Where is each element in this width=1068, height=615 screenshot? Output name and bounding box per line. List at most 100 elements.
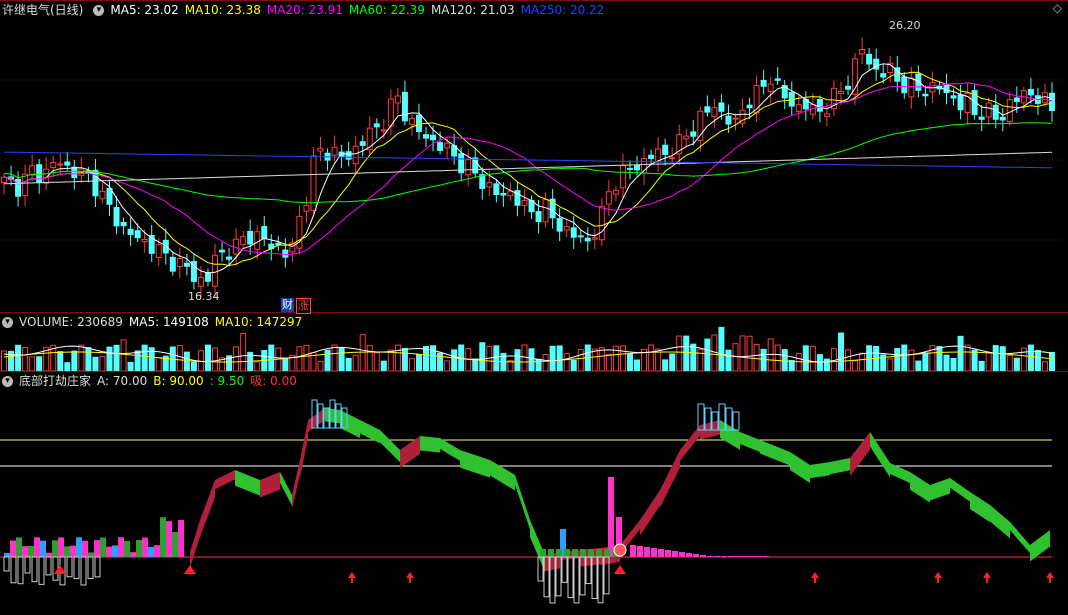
candle-body bbox=[127, 228, 134, 235]
candle-body bbox=[261, 226, 268, 240]
band-segment bbox=[280, 472, 292, 506]
volume-bar bbox=[366, 345, 373, 372]
accumulation-bar bbox=[124, 540, 130, 557]
candle-body bbox=[542, 199, 549, 223]
candle-body bbox=[176, 258, 183, 268]
accumulation-bar bbox=[548, 549, 554, 557]
accumulation-bar bbox=[130, 552, 136, 557]
finance-badge[interactable]: 财 bbox=[281, 298, 294, 312]
volume-bar bbox=[176, 344, 183, 372]
negative-bar bbox=[73, 556, 80, 580]
volume-bar bbox=[605, 353, 612, 372]
accumulation-bar bbox=[572, 549, 578, 557]
accumulation-bar bbox=[166, 521, 172, 557]
accumulation-bar bbox=[714, 556, 720, 557]
candle-body bbox=[999, 116, 1006, 121]
volume-bar bbox=[598, 347, 605, 372]
volume-label-0: VOLUME: 230689 bbox=[19, 315, 123, 329]
volume-bar bbox=[542, 353, 549, 372]
volume-bar bbox=[591, 348, 598, 372]
panel-border-top bbox=[0, 0, 1068, 1]
volume-bar bbox=[387, 349, 394, 372]
ma250-line bbox=[3, 151, 1053, 169]
panel-divider-indicator bbox=[0, 371, 1068, 372]
expand-icon[interactable]: ▾ bbox=[93, 5, 105, 16]
accumulation-bar bbox=[588, 549, 594, 557]
candle-body bbox=[704, 106, 711, 113]
band-segment bbox=[660, 450, 680, 508]
volume-bar bbox=[739, 335, 746, 372]
band-segment bbox=[1010, 522, 1030, 554]
candle-body bbox=[352, 145, 359, 165]
candle-body bbox=[648, 154, 655, 159]
volume-bar bbox=[71, 350, 78, 372]
chart-canvas[interactable] bbox=[0, 0, 1068, 615]
candle-body bbox=[373, 123, 380, 128]
accumulation-bar bbox=[749, 556, 755, 557]
candle-body bbox=[634, 164, 641, 171]
candle-body bbox=[22, 173, 29, 197]
candle-body bbox=[823, 113, 830, 117]
accumulation-bar bbox=[596, 549, 602, 557]
band-segment bbox=[930, 478, 950, 501]
volume-bar bbox=[212, 347, 219, 372]
volume-bar bbox=[493, 345, 500, 372]
candle-body bbox=[521, 199, 528, 207]
volume-bar bbox=[85, 347, 92, 372]
candle-body bbox=[626, 167, 633, 170]
accumulation-bar bbox=[756, 556, 762, 557]
volume-bar bbox=[669, 353, 676, 372]
volume-bar bbox=[943, 354, 950, 372]
limit-up-badge[interactable]: 涨 bbox=[296, 298, 311, 314]
buy-signal-icon bbox=[184, 565, 196, 574]
volume-bar bbox=[859, 352, 866, 372]
accumulation-bar bbox=[644, 547, 650, 557]
volume-bar bbox=[802, 345, 809, 372]
candle-body bbox=[226, 256, 233, 260]
candle-body bbox=[978, 116, 985, 120]
accumulation-bar bbox=[608, 477, 614, 557]
diamond-icon[interactable]: ◇ bbox=[1053, 1, 1062, 15]
volume-bar bbox=[746, 335, 753, 372]
volume-bar bbox=[29, 356, 36, 372]
accumulation-bar bbox=[88, 552, 94, 557]
candle-body bbox=[697, 110, 704, 142]
expand-icon[interactable]: ▾ bbox=[2, 376, 13, 387]
band-segment bbox=[200, 480, 215, 538]
volume-bar bbox=[127, 361, 134, 372]
candle-body bbox=[1027, 89, 1034, 96]
up-arrow-icon bbox=[1046, 572, 1054, 578]
candle-body bbox=[437, 142, 444, 151]
candle-body bbox=[29, 165, 36, 176]
candle-body bbox=[408, 118, 415, 125]
accumulation-bar bbox=[679, 552, 685, 557]
accumulation-bar bbox=[100, 537, 106, 557]
accumulation-bar bbox=[728, 556, 734, 557]
candle-body bbox=[50, 162, 57, 169]
volume-bar bbox=[626, 353, 633, 372]
accumulation-bar bbox=[564, 549, 570, 557]
candle-body bbox=[500, 193, 507, 196]
candle-body bbox=[71, 166, 78, 179]
band-segment bbox=[740, 432, 760, 453]
volume-bar bbox=[113, 344, 120, 372]
expand-icon[interactable]: ▾ bbox=[2, 317, 13, 328]
volume-bar bbox=[767, 338, 774, 372]
candle-body bbox=[837, 90, 844, 94]
candle-body bbox=[556, 218, 563, 232]
band-segment bbox=[720, 420, 740, 450]
accumulation-bar bbox=[52, 540, 58, 557]
volume-bar bbox=[908, 349, 915, 372]
volume-bar bbox=[816, 354, 823, 372]
volume-bar bbox=[528, 348, 535, 372]
volume-bar bbox=[852, 360, 859, 372]
volume-bar bbox=[662, 359, 669, 372]
accumulation-bar bbox=[154, 545, 160, 557]
candle-body bbox=[767, 83, 774, 92]
band-segment bbox=[340, 410, 360, 438]
candle-body bbox=[950, 95, 957, 99]
band-segment bbox=[440, 438, 460, 461]
up-arrow-icon bbox=[811, 572, 819, 578]
price-panel bbox=[0, 37, 1068, 298]
accumulation-bar bbox=[76, 537, 82, 557]
